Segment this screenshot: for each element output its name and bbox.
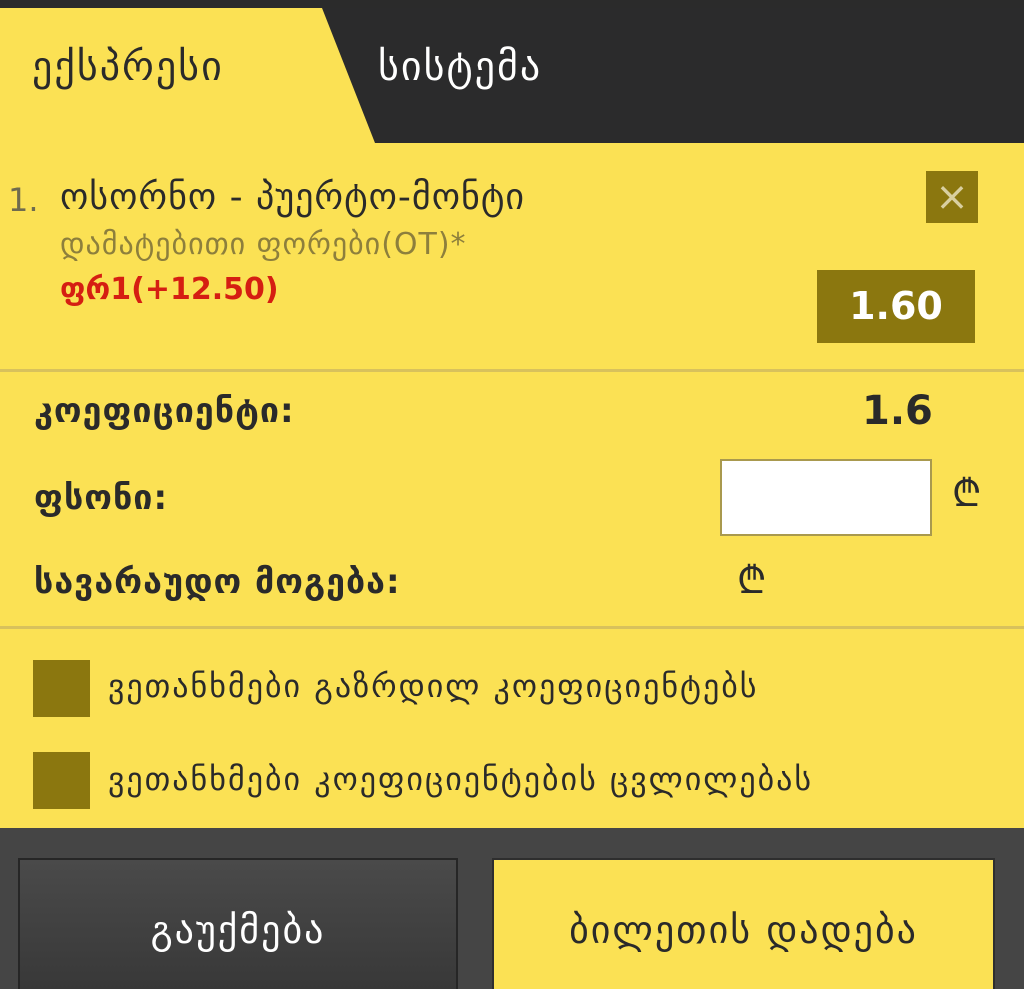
coefficient-value: 1.6 (862, 388, 933, 434)
place-bet-button[interactable]: ბილეთის დადება (492, 858, 995, 989)
lari-icon: ₾ (952, 471, 982, 515)
bet-market: დამატებითი ფორები(OT)* (60, 227, 467, 262)
bet-odds: 1.60 (817, 270, 975, 343)
accept-increased-odds-checkbox[interactable] (33, 660, 90, 717)
action-bar: გაუქმება ბილეთის დადება (0, 828, 1024, 989)
accept-odds-changes-label[interactable]: ვეთანხმები კოეფიციენტების ცვლილებას (108, 760, 813, 798)
tab-system[interactable]: სისტემა (378, 44, 542, 90)
remove-bet-button[interactable]: × (926, 171, 978, 223)
coefficient-label: კოეფიციენტი: (34, 391, 295, 431)
bet-number: 1. (8, 181, 39, 219)
bet-type-tabs: ექსპრესი სისტემა (0, 8, 1024, 143)
tab-express[interactable]: ექსპრესი (32, 44, 224, 90)
bet-match-name: ოსორნო - პუერტო-მონტი (60, 177, 526, 218)
divider (0, 626, 1024, 629)
close-icon: × (935, 174, 969, 220)
stake-input[interactable] (720, 459, 932, 536)
accept-odds-changes-checkbox[interactable] (33, 752, 90, 809)
bet-selection: ფრ1(+12.50) (60, 272, 279, 307)
accept-increased-odds-label[interactable]: ვეთანხმები გაზრდილ კოეფიციენტებს (108, 667, 759, 705)
stake-label: ფსონი: (34, 478, 169, 518)
possible-winnings-label: სავარაუდო მოგება: (34, 562, 401, 602)
top-strip (0, 0, 1024, 8)
divider (0, 369, 1024, 372)
cancel-button[interactable]: გაუქმება (18, 858, 458, 989)
lari-icon: ₾ (737, 558, 767, 602)
bet-item: 1. ოსორნო - პუერტო-მონტი დამატებითი ფორე… (0, 143, 1024, 369)
